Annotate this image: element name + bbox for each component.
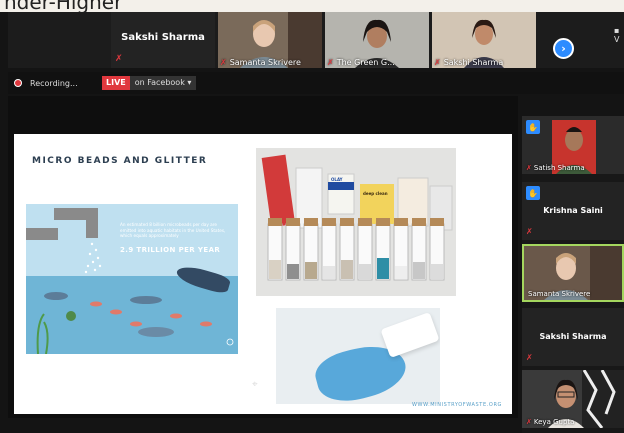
zoom-meeting-window: nder-Higher Sakshi Sharma ✗ ✗ Samanta Skr… xyxy=(0,0,624,433)
participant-tile-active-speaker[interactable]: Samanta Skrivere xyxy=(522,244,624,302)
recording-bar: Recording... LIVE on Facebook ▾ xyxy=(8,72,624,94)
top-caption: nder-Higher xyxy=(0,0,624,12)
record-dot-icon xyxy=(14,79,22,87)
recording-label: Recording... xyxy=(30,78,78,88)
infographic-number: 2.9 TRILLION PER YEAR xyxy=(120,246,221,254)
participant-tile[interactable]: Sakshi Sharma ✗ xyxy=(111,12,215,68)
microbead-infographic: An estimated 8 billion microbeads per da… xyxy=(26,204,238,354)
live-badge: LIVE xyxy=(102,76,130,90)
mic-muted-icon: ✗ xyxy=(526,227,533,236)
participant-tile[interactable]: ✗ Sakshi Sharma xyxy=(432,12,536,68)
participant-name-label: Samanta Skrivere xyxy=(528,290,591,298)
participant-tile[interactable]: ✗ Samanta Skrivere xyxy=(218,12,322,68)
participant-name: Sakshi Sharma xyxy=(121,32,205,43)
mic-muted-icon: ✗ xyxy=(327,58,334,67)
presentation-slide: MICRO BEADS AND GLITTER An estimated 8 b… xyxy=(14,134,512,414)
pin-icon[interactable]: ✋ xyxy=(526,186,540,200)
participant-name-label: ✗ Keya Gupta xyxy=(526,418,575,426)
participant-name-label: ✗ Sakshi Sharma xyxy=(434,58,504,67)
pin-icon[interactable]: ✋ xyxy=(526,120,540,134)
participant-name-label: ✗ Satish Sharma xyxy=(526,164,585,172)
toothpaste-photo xyxy=(276,308,440,404)
top-participant-strip: Sakshi Sharma ✗ ✗ Samanta Skrivere ✗ The G… xyxy=(8,12,624,68)
live-platform-dropdown[interactable]: on Facebook ▾ xyxy=(129,76,197,90)
participant-tile[interactable]: ✋ Krishna Saini ✗ xyxy=(522,182,624,240)
participant-tile[interactable]: ✗ The Green G... xyxy=(325,12,429,68)
slide-title: MICRO BEADS AND GLITTER xyxy=(32,156,208,166)
slide-url: WWW.MINISTRYOFWASTE.ORG xyxy=(412,402,502,408)
caption-text: nder-Higher xyxy=(4,0,123,12)
side-participant-panel: ✋ ✗ Satish Sharma ✋ Krishna Saini ✗ Saman… xyxy=(522,116,624,433)
participant-name-label: ✗ The Green G... xyxy=(327,58,395,67)
mic-muted-icon: ✗ xyxy=(526,164,532,172)
mic-muted-icon: ✗ xyxy=(220,58,227,67)
product-label: deep clean xyxy=(363,191,388,196)
mic-muted-icon: ✗ xyxy=(526,418,532,426)
participant-name-label: ✗ Samanta Skrivere xyxy=(220,58,301,67)
shared-screen: MICRO BEADS AND GLITTER An estimated 8 b… xyxy=(8,96,518,418)
next-page-arrow-icon[interactable]: › xyxy=(553,38,574,59)
mic-muted-icon: ✗ xyxy=(434,58,441,67)
live-stream-indicator[interactable]: LIVE on Facebook ▾ xyxy=(102,76,197,90)
participant-name: Krishna Saini xyxy=(543,206,603,215)
participant-tile[interactable]: ✋ ✗ Satish Sharma xyxy=(522,116,624,174)
participant-name: Sakshi Sharma xyxy=(539,332,607,341)
participant-tile[interactable]: ✗ Keya Gupta xyxy=(522,370,624,428)
mic-muted-icon: ✗ xyxy=(115,54,123,64)
participant-tile[interactable]: Sakshi Sharma ✗ xyxy=(522,308,624,366)
cursor-icon: ⌖ xyxy=(252,379,258,390)
cosmetics-photo: OLAY deep clean xyxy=(256,148,456,296)
recording-indicator[interactable]: Recording... xyxy=(14,76,78,90)
mic-muted-icon: ✗ xyxy=(526,353,533,362)
product-label: OLAY xyxy=(331,177,343,182)
view-button[interactable]: ▪ V xyxy=(614,26,624,44)
cosmetics-illustration xyxy=(256,148,456,296)
infographic-text: An estimated 8 billion microbeads per da… xyxy=(120,222,226,238)
